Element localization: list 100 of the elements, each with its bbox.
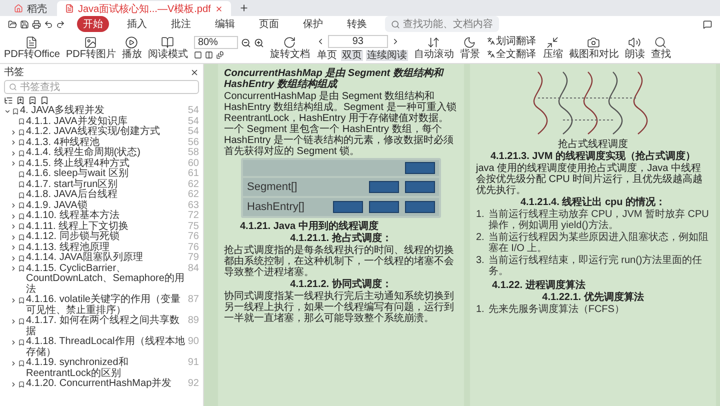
view-mode-button[interactable]: 连续阅读 bbox=[366, 50, 408, 60]
bookmark-item[interactable]: 4.1.12. 同步锁与死锁 76 bbox=[4, 232, 199, 242]
bookmark-item[interactable]: 4.1.15. CyclicBarrier、CountDownLatch、Semaphore的用法 84 bbox=[4, 264, 199, 295]
view-mode-button[interactable]: 单页 bbox=[316, 50, 338, 60]
list-item: 1. 当前运行线程主动放弃 CPU，JVM 暂时放弃 CPU 操作，例如调用 yield()方法。 bbox=[476, 209, 710, 231]
bookmark-item[interactable]: 4.1.4. 线程生命周期(状态) 58 bbox=[4, 148, 199, 158]
bookmark-item[interactable]: 4.1.16. volatile关键字的作用（变量可见性、禁止重排序） 87 bbox=[4, 295, 199, 316]
screenshot-icon bbox=[587, 36, 600, 48]
fit-width-icon[interactable] bbox=[204, 51, 213, 59]
zoom-field[interactable]: 80% bbox=[194, 36, 238, 49]
bookmark-icon bbox=[18, 360, 25, 367]
folder-icon[interactable] bbox=[8, 20, 17, 28]
bookmark-item[interactable]: 4.1.6. sleep与wait 区别 61 bbox=[4, 169, 199, 180]
panel-title: 书签 bbox=[4, 66, 24, 79]
page-icon[interactable] bbox=[216, 51, 224, 59]
translate-button[interactable]: 划词翻译 bbox=[486, 36, 537, 46]
image-icon bbox=[84, 36, 98, 48]
save-icon[interactable] bbox=[20, 20, 29, 28]
bookmark-item[interactable]: 4.1.11. 线程上下文切换 75 bbox=[4, 222, 199, 232]
paragraph: ConcurrentHashMap 是由 Segment 数组结构和 HashEntry 数组结构组成。Segment 是一种可重入锁 ReentrantLock，HashEntry 用于存储键值对数据。一个 Segment 里包含一个 HashEntry 数组，每个 HashEntry 是一个链表结构的元素，修改数据时必须首先获得对应的 Segment 锁。 bbox=[224, 91, 458, 157]
heading: 4.1.21. Java 中用到的线程调度 bbox=[240, 221, 380, 232]
heading: 4.1.21.2. 协同式调度： bbox=[289, 279, 393, 290]
fit-page-icon[interactable] bbox=[194, 51, 202, 59]
heading: 4.1.21.4. 线程让出 cpu 的情况： bbox=[519, 197, 667, 208]
heading: 4.1.21.3. JVM 的线程调度实现（抢占式调度） bbox=[489, 151, 697, 162]
zoom-in-icon[interactable] bbox=[254, 38, 264, 48]
diagram-block bbox=[333, 201, 363, 213]
book-icon bbox=[161, 36, 174, 48]
bookmark-item[interactable]: 4.1.5. 终止线程4种方式 60 bbox=[4, 158, 199, 169]
redo-icon[interactable] bbox=[56, 20, 65, 28]
print-icon[interactable] bbox=[32, 20, 41, 28]
document-tab[interactable]: Java面试核心知...—V模板.pdf bbox=[57, 1, 231, 16]
document-tab[interactable]: 稻壳 bbox=[6, 1, 55, 16]
image-button[interactable]: PDF转图片 bbox=[66, 36, 116, 60]
play-icon bbox=[125, 36, 138, 48]
bookmark-icon[interactable] bbox=[40, 96, 49, 105]
rotate-icon bbox=[283, 36, 296, 48]
menu-tab[interactable]: 转换 bbox=[341, 16, 373, 32]
bookmark-item[interactable]: 4.1.18. ThreadLocal作用（线程本地存储） 90 bbox=[4, 337, 199, 358]
bookmark-icon bbox=[18, 296, 25, 304]
list-item: 3. 当前运行线程结束，即运行完 run()方法里面的任务。 bbox=[476, 255, 704, 277]
new-tab-icon[interactable] bbox=[238, 3, 249, 13]
bookmark-item[interactable]: 4.1.19. synchronized和ReentrantLock的区别 91 bbox=[4, 358, 199, 379]
find-icon bbox=[654, 36, 668, 48]
bookmark-item[interactable]: 4.1.2. JAVA线程实现/创建方式 54 bbox=[4, 127, 199, 138]
book-button[interactable]: 阅读模式 bbox=[148, 36, 188, 60]
menu-tab[interactable]: 开始 bbox=[77, 16, 109, 32]
close-icon[interactable] bbox=[190, 68, 199, 77]
remove-bookmark-icon[interactable] bbox=[28, 96, 37, 105]
bookmark-item[interactable]: 4.1.10. 线程基本方法 72 bbox=[4, 211, 199, 222]
bookmark-item[interactable]: 4.1.1. JAVA并发知识库 54 bbox=[4, 116, 199, 127]
diagram-block bbox=[405, 181, 435, 193]
rotate-button[interactable]: 旋转文档 bbox=[270, 36, 310, 60]
play-button[interactable]: 播放 bbox=[122, 36, 142, 60]
zoom-out-icon[interactable] bbox=[240, 38, 251, 48]
scroll-button[interactable]: 自动滚动 bbox=[414, 36, 454, 60]
screenshot-button[interactable]: 截图和对比 bbox=[568, 36, 619, 60]
heading: ConcurrentHashMap 是由 Segment 数组结构和 HashEntry 数组结构组成 bbox=[224, 68, 445, 90]
search-icon bbox=[9, 83, 17, 91]
office-button[interactable]: PDF转Office bbox=[4, 36, 60, 60]
view-mode-button[interactable]: 双页 bbox=[340, 50, 363, 60]
bookmark-item[interactable]: 4.1.20. ConcurrentHashMap并发 92 bbox=[4, 379, 199, 390]
bookmark-icon bbox=[18, 318, 25, 325]
paragraph: java 使用的线程调度使用抢占式调度，Java 中线程会按优先级分配 CPU 时间片运行，且优先级越高越优先执行。 bbox=[476, 163, 704, 196]
menu-tab[interactable]: 插入 bbox=[121, 16, 153, 32]
diagram-block bbox=[369, 201, 399, 213]
heading: 4.1.22.1. 优先调度算法 bbox=[541, 292, 645, 303]
moon-button[interactable]: 背景 bbox=[460, 36, 480, 60]
home-icon bbox=[14, 4, 23, 13]
translate-icon bbox=[486, 50, 495, 58]
bookmark-icon bbox=[18, 338, 25, 346]
menu-tab[interactable]: 批注 bbox=[165, 16, 197, 32]
diagram-block bbox=[405, 162, 435, 174]
bookmark-item[interactable]: 4. JAVA多线程并发 54 bbox=[4, 106, 199, 116]
translate-button[interactable]: 全文翻译 bbox=[486, 48, 537, 60]
bookmark-item[interactable]: 4.1.8. JAVA后台线程 62 bbox=[4, 190, 199, 200]
page-number-field[interactable]: 93 bbox=[328, 34, 388, 48]
search-field[interactable]: 查找功能、文档内容 bbox=[385, 16, 499, 32]
bookmark-icon bbox=[18, 380, 25, 388]
bookmark-item[interactable]: 4.1.9. JAVA锁 63 bbox=[4, 200, 199, 211]
heading: 4.1.22. 进程调度算法 bbox=[492, 280, 586, 291]
bookmark-item[interactable]: 4.1.3. 4种线程池 56 bbox=[4, 138, 199, 148]
find-button[interactable]: 查找 bbox=[650, 36, 671, 60]
menu-tab[interactable]: 编辑 bbox=[209, 16, 241, 32]
figure-caption: 抢占式线程调度 bbox=[557, 139, 629, 150]
pdf-icon bbox=[65, 4, 74, 13]
bookmark-item[interactable]: 4.1.7. start与run区别 62 bbox=[4, 180, 199, 190]
read-button[interactable]: 朗读 bbox=[624, 36, 645, 60]
bookmark-item[interactable]: 4.1.14. JAVA阻塞队列原理 79 bbox=[4, 253, 199, 264]
comment-icon[interactable] bbox=[703, 20, 712, 28]
outline-icon[interactable] bbox=[4, 96, 13, 105]
menu-tab[interactable]: 页面 bbox=[253, 16, 285, 32]
diagram-block bbox=[405, 201, 435, 213]
compress-button[interactable]: 压缩 bbox=[542, 36, 563, 60]
undo-icon[interactable] bbox=[44, 20, 53, 28]
bookmark-item[interactable]: 4.1.13. 线程池原理 76 bbox=[4, 242, 199, 253]
add-bookmark-icon[interactable] bbox=[16, 96, 25, 105]
bookmark-item[interactable]: 4.1.17. 如何在两个线程之间共享数据 89 bbox=[4, 316, 199, 337]
search-icon bbox=[391, 20, 400, 28]
menu-tab[interactable]: 保护 bbox=[297, 16, 329, 32]
